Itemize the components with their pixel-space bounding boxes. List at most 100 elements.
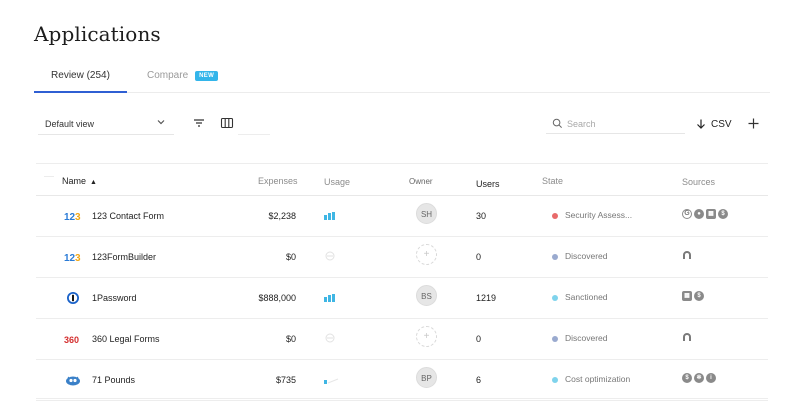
row-checkbox[interactable] (44, 334, 54, 344)
svg-text:360: 360 (64, 335, 79, 345)
app-icon: ▦ (682, 291, 692, 301)
column-header-name[interactable]: Name ▲ (62, 176, 97, 186)
state-label[interactable]: Security Assess... (565, 210, 632, 220)
tab-review-label: Review (254) (51, 70, 110, 81)
google-icon: G (682, 209, 692, 219)
users-count: 30 (476, 211, 487, 221)
tab-compare[interactable]: Compare NEW (147, 70, 219, 81)
users-count: 1219 (476, 293, 497, 303)
owner-avatar[interactable]: SH (416, 203, 437, 224)
column-header-sources[interactable]: Sources (682, 177, 715, 189)
svg-text:12: 12 (64, 212, 76, 223)
table-footer-divider (36, 398, 768, 408)
state-dot (552, 295, 558, 301)
app-name[interactable]: 123FormBuilder (92, 252, 156, 262)
assign-owner-button[interactable]: + (416, 326, 437, 347)
sources-list: ▦ $ (682, 291, 704, 303)
users-count: 0 (476, 334, 482, 344)
circle-icon: ● (694, 209, 704, 219)
row-checkbox[interactable] (44, 252, 54, 262)
state-label[interactable]: Discovered (565, 333, 608, 343)
table-row[interactable]: 12 3 123 Contact Form $2,238 SH 30 Secur… (36, 196, 768, 237)
slack-icon: ✻ (694, 373, 704, 383)
arch-icon (683, 251, 691, 259)
search-placeholder: Search (567, 119, 596, 129)
table-row[interactable]: 360 360 Legal Forms $0 + 0 Discovered (36, 319, 768, 360)
new-badge: NEW (195, 71, 219, 81)
app-name[interactable]: 123 Contact Form (92, 211, 164, 221)
app-name[interactable]: 71 Pounds (92, 375, 135, 385)
expenses-value: $2,238 (268, 211, 296, 221)
usage-bars-icon (324, 212, 335, 220)
tab-compare-label: Compare (147, 70, 189, 81)
sort-asc-icon: ▲ (90, 179, 97, 186)
svg-text:3: 3 (75, 212, 81, 223)
plus-icon (748, 118, 759, 129)
row-checkbox[interactable] (44, 375, 54, 385)
column-header-expenses[interactable]: Expenses (258, 176, 298, 186)
row-checkbox[interactable] (44, 211, 54, 221)
download-icon (697, 119, 705, 129)
search-input[interactable]: Search (546, 114, 685, 134)
usage-low-icon (324, 378, 339, 384)
svg-text:3: 3 (75, 253, 81, 264)
app-name[interactable]: 360 Legal Forms (92, 334, 160, 344)
chevron-down-icon (157, 120, 165, 125)
arch-icon (683, 333, 691, 341)
sources-list: G ● ▦ $ (682, 209, 728, 221)
info-icon: i (706, 373, 716, 383)
table-row[interactable]: 12 3 123FormBuilder $0 + 0 Discovered (36, 237, 768, 278)
state-label[interactable]: Discovered (565, 251, 608, 261)
view-select[interactable]: Default view (38, 113, 174, 135)
table-row[interactable]: 71 Pounds $735 BP 6 Cost optimization $ … (36, 360, 768, 401)
dollar-icon: $ (682, 373, 692, 383)
app-name[interactable]: 1Password (92, 293, 137, 303)
71-pounds-logo (66, 376, 80, 386)
sources-list (682, 332, 692, 344)
expenses-value: $888,000 (258, 293, 296, 303)
expenses-value: $0 (285, 252, 296, 262)
sources-list: $ ✻ i (682, 373, 716, 385)
csv-label: CSV (711, 119, 732, 130)
owner-avatar[interactable]: BS (416, 285, 437, 306)
state-dot (552, 213, 558, 219)
view-select-value: Default view (45, 119, 95, 129)
users-count: 0 (476, 252, 482, 262)
table-header: Name ▲ Expenses Usage Owner Users State S… (36, 163, 768, 196)
sources-list (682, 250, 692, 262)
state-label[interactable]: Sanctioned (565, 292, 608, 302)
applications-table: Name ▲ Expenses Usage Owner Users State S… (36, 163, 768, 401)
assign-owner-button[interactable]: + (416, 244, 437, 265)
column-header-users[interactable]: Users (476, 179, 500, 189)
users-count: 6 (476, 375, 482, 385)
column-name-label: Name (62, 176, 87, 186)
svg-text:12: 12 (64, 253, 76, 264)
state-dot (552, 254, 558, 260)
expenses-value: $735 (275, 375, 296, 385)
123formbuilder-logo: 12 3 (64, 253, 81, 264)
app-icon: ▦ (706, 209, 716, 219)
usage-empty-icon (325, 251, 335, 261)
add-button[interactable] (743, 114, 765, 134)
table-row[interactable]: 1Password $888,000 BS 1219 Sanctioned ▦ … (36, 278, 768, 319)
csv-export-button[interactable]: CSV (692, 114, 737, 134)
state-label[interactable]: Cost optimization (565, 374, 630, 384)
1password-logo (67, 292, 79, 304)
search-icon (552, 118, 562, 128)
row-checkbox[interactable] (44, 293, 54, 303)
360-legal-forms-logo: 360 (64, 335, 79, 345)
owner-avatar[interactable]: BP (416, 367, 437, 388)
columns-icon[interactable] (219, 115, 235, 131)
column-header-owner[interactable]: Owner (409, 171, 433, 192)
column-header-usage[interactable]: Usage (324, 177, 350, 189)
state-dot (552, 336, 558, 342)
123-contact-form-logo: 12 3 (64, 212, 81, 223)
state-dot (552, 377, 558, 383)
dollar-icon: $ (718, 209, 728, 219)
filter-icon[interactable] (191, 115, 207, 131)
page-title: Applications (34, 22, 161, 46)
select-all-checkbox[interactable] (44, 176, 54, 186)
expenses-value: $0 (285, 334, 296, 344)
column-header-state[interactable]: State (542, 176, 563, 186)
tab-review[interactable]: Review (254) (34, 70, 127, 93)
